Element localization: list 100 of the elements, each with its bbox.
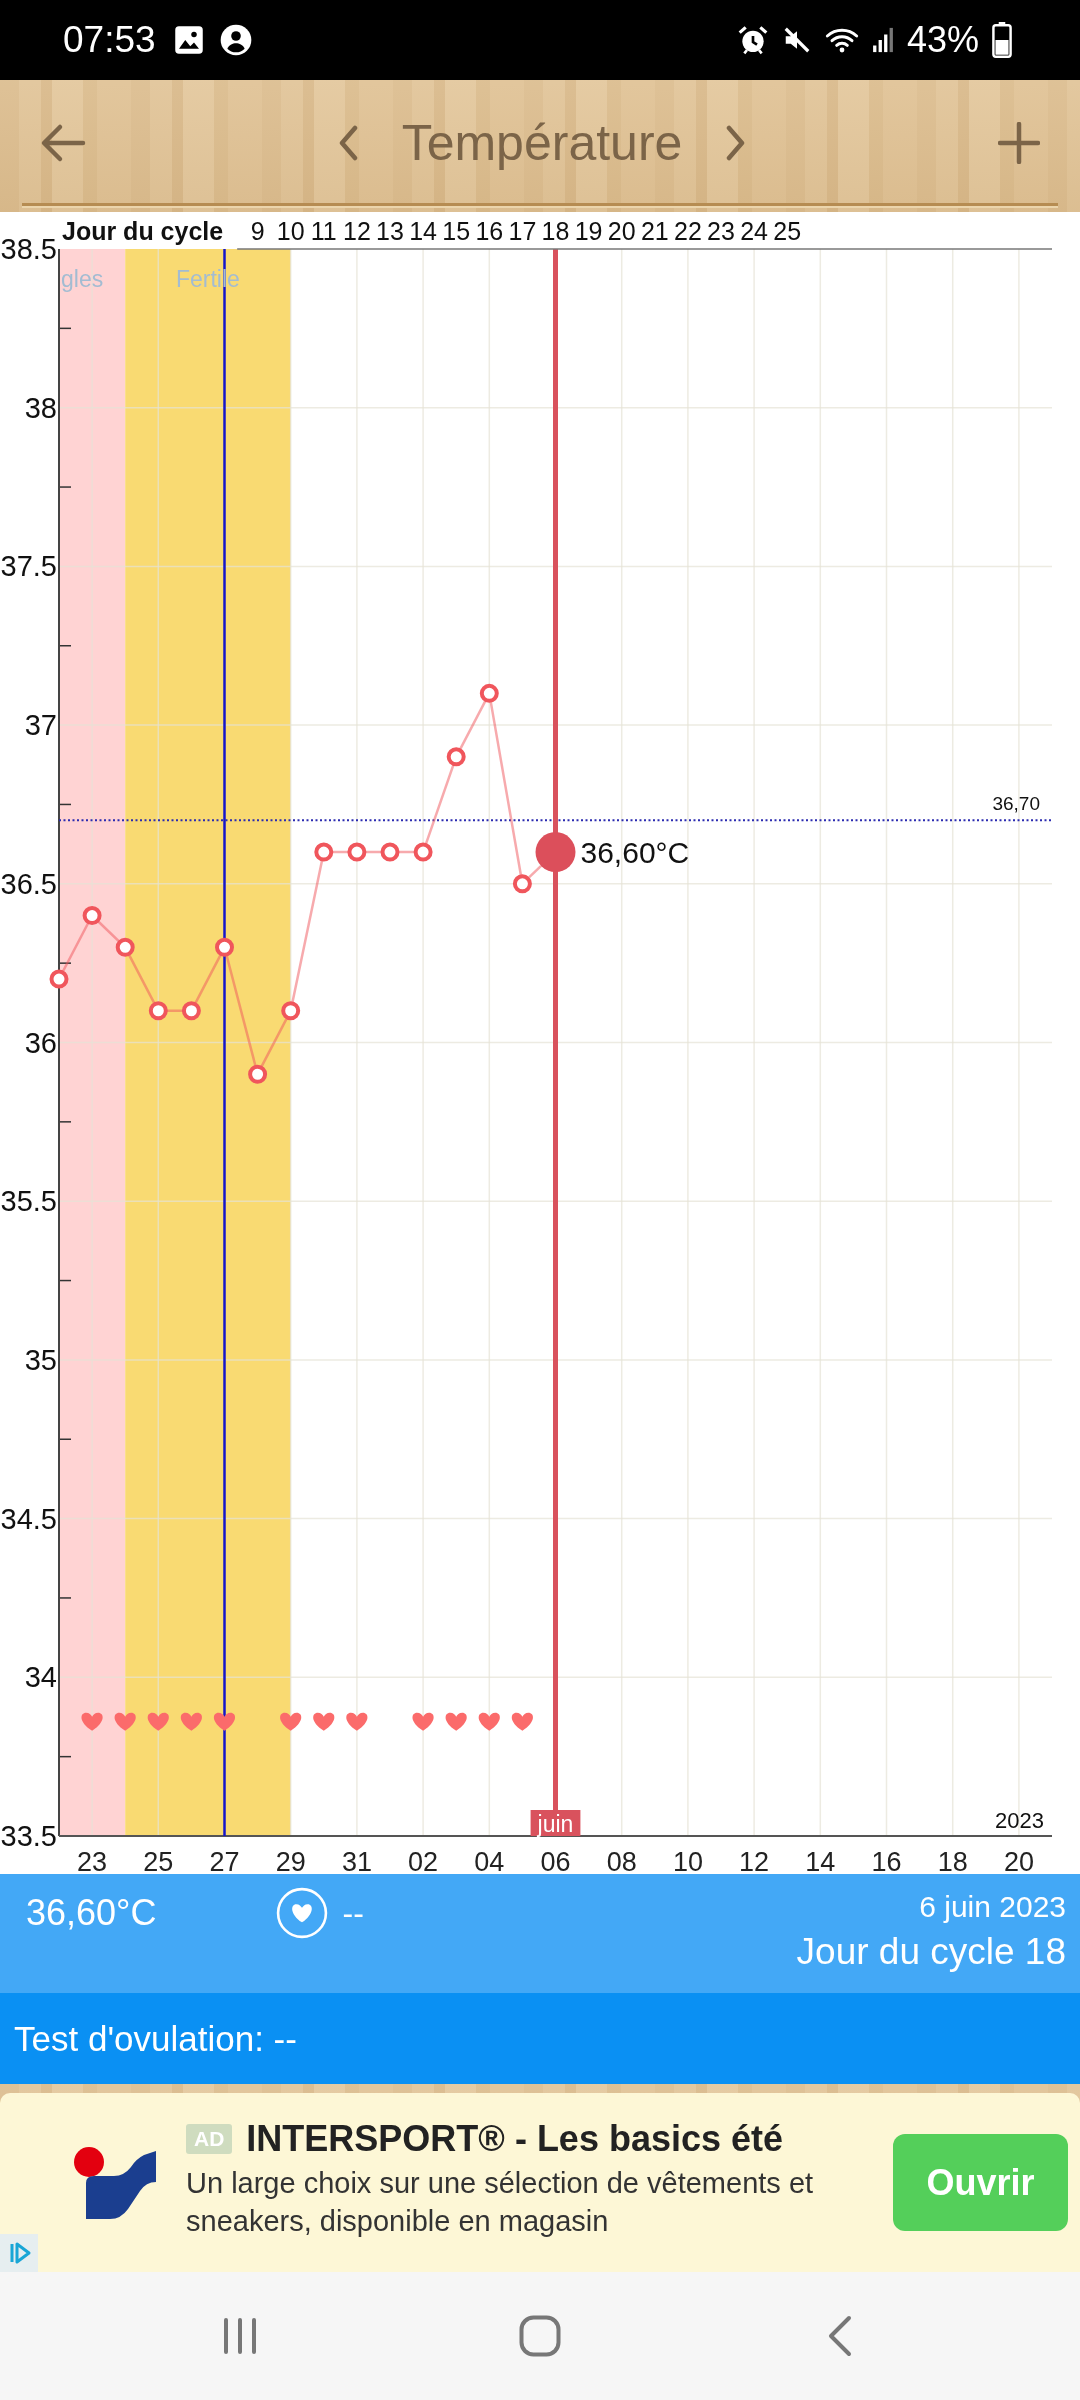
cycle-day-label: 11 [310, 217, 337, 245]
y-axis-label: 36.5 [0, 867, 57, 900]
x-axis-label: 08 [606, 1847, 637, 1874]
back-icon[interactable] [827, 2315, 853, 2357]
x-axis-label: 10 [672, 1847, 703, 1874]
temperature-value: 36,60°C [26, 1892, 157, 1934]
heart-icon [412, 1712, 434, 1731]
cycle-day-label: 23 [707, 217, 735, 245]
y-axis-label: 34.5 [0, 1502, 57, 1535]
heart-icon [445, 1712, 467, 1731]
value-label: 36,60°C [580, 835, 690, 869]
data-point [49, 969, 69, 989]
y-axis-label: 37.5 [0, 550, 57, 583]
ref-line-label: juin [536, 1811, 574, 1837]
cycle-day-label: 20 [607, 217, 636, 245]
heart-value: -- [342, 1894, 364, 1932]
y-axis-label: 36 [24, 1026, 57, 1059]
cycle-day-label: 21 [640, 217, 669, 245]
axis-title: Jour du cycle [62, 217, 224, 245]
x-axis-label: 02 [408, 1847, 439, 1874]
heart-icon [147, 1712, 169, 1731]
data-point [479, 683, 499, 703]
chevron-left-icon[interactable] [337, 124, 358, 161]
x-axis-label: 18 [937, 1847, 968, 1874]
data-point [181, 1001, 201, 1021]
y-axis-label: 35.5 [0, 1185, 57, 1218]
home-icon[interactable] [519, 2315, 561, 2357]
month-label: juin [530, 1810, 581, 1837]
heart-icon [511, 1712, 533, 1731]
selected-data-point [535, 832, 576, 873]
y-axis-label: 34 [24, 1661, 57, 1694]
data-point [148, 1001, 168, 1021]
x-axis-label: 20 [1003, 1847, 1034, 1874]
data-point [380, 842, 400, 862]
heart-icon [346, 1712, 368, 1731]
signal-icon [871, 25, 894, 55]
cycle-day-label: 19 [574, 217, 603, 245]
ovulation-test-text: Test d'ovulation: -- [14, 2018, 297, 2059]
data-point [413, 842, 433, 862]
alarm-icon [736, 24, 769, 56]
cycle-day-label: 15 [442, 217, 471, 245]
heart-icon [280, 1712, 302, 1731]
date-text: 6 juin 2023 [919, 1889, 1066, 1925]
ad-info-icon[interactable] [0, 2234, 38, 2272]
battery-icon [992, 22, 1012, 58]
x-axis-label: 04 [474, 1847, 505, 1874]
x-axis-label: 23 [77, 1847, 108, 1874]
x-axis-label: 25 [143, 1847, 174, 1874]
image-icon [173, 25, 204, 55]
cycle-day-label: 10 [276, 217, 305, 245]
data-point [82, 906, 102, 926]
heart-icon [313, 1712, 335, 1731]
cycle-day-label: 16 [475, 217, 504, 245]
account-icon [219, 24, 252, 56]
x-axis-label: 06 [540, 1847, 571, 1874]
x-axis-label: 27 [209, 1847, 240, 1874]
data-point [115, 937, 135, 957]
data-point [215, 937, 234, 957]
heart-icon [114, 1712, 136, 1731]
data-point [512, 874, 532, 894]
threshold-label: 36,70 [992, 792, 1040, 814]
cycle-day-label: 18 [541, 217, 570, 245]
ad-badge: AD [186, 2123, 233, 2154]
plus-icon[interactable] [998, 121, 1040, 164]
x-axis-label: 16 [871, 1847, 902, 1874]
chevron-right-icon[interactable] [726, 124, 747, 161]
back-arrow-icon[interactable] [40, 122, 86, 163]
y-axis-label: 33.5 [0, 1820, 57, 1852]
status-time: 07:53 [63, 19, 156, 61]
ad-title[interactable]: INTERSPORT® - Les basics été [246, 2117, 784, 2160]
data-point [248, 1064, 268, 1084]
cycle-day-label: 14 [409, 217, 437, 245]
data-point [446, 747, 466, 767]
screen-title: Température [401, 113, 683, 172]
cycle-day-label: 12 [343, 217, 371, 245]
cycle-day-label: 13 [376, 217, 404, 245]
x-axis-label: 31 [341, 1847, 372, 1874]
x-axis-label: 12 [739, 1847, 770, 1874]
heart-circle-icon[interactable] [276, 1887, 329, 1939]
y-axis-label: 38.5 [0, 233, 57, 265]
data-point [314, 842, 334, 862]
x-axis-label: 14 [805, 1847, 836, 1874]
cycle-day-label: 17 [508, 217, 537, 245]
heart-icon [180, 1712, 202, 1731]
cycle-day-label: 9 [250, 217, 265, 245]
heart-icon [213, 1712, 236, 1731]
ad-description: Un large choix sur une sélection de vêtements et sneakers, disponible en magasin [186, 2165, 815, 2239]
year-label: 2023 [995, 1807, 1044, 1833]
battery-percent: 43% [906, 19, 979, 61]
band-label: gles [61, 266, 104, 292]
data-point [281, 1001, 301, 1021]
x-axis-label: 29 [275, 1847, 306, 1874]
y-axis-label: 38 [24, 391, 57, 424]
cycle-day-text: Jour du cycle 18 [796, 1930, 1066, 1974]
heart-icon [478, 1712, 500, 1731]
cycle-day-label: 22 [674, 217, 702, 245]
data-point [347, 842, 367, 862]
cycle-day-label: 24 [740, 217, 768, 245]
heart-icon [81, 1712, 103, 1731]
y-axis-label: 37 [24, 709, 57, 742]
